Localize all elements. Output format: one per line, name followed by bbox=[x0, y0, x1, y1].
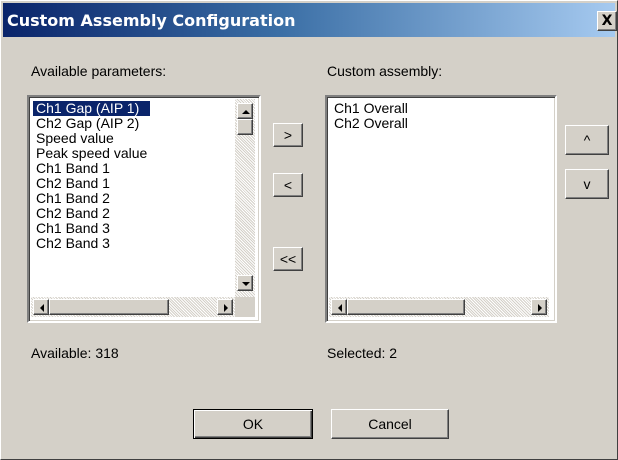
list-item[interactable]: Peak speed value bbox=[33, 146, 150, 161]
custom-assembly-label: Custom assembly: bbox=[327, 63, 443, 79]
list-item[interactable]: Ch1 Overall bbox=[331, 101, 411, 116]
scroll-left-button[interactable] bbox=[331, 299, 347, 315]
list-item[interactable]: Ch2 Band 2 bbox=[33, 206, 150, 221]
remove-button[interactable]: < bbox=[273, 173, 303, 197]
custom-items: Ch1 Overall Ch2 Overall bbox=[331, 101, 411, 131]
available-items: Ch1 Gap (AIP 1) Ch2 Gap (AIP 2) Speed valu… bbox=[33, 101, 151, 251]
remove-button-label: < bbox=[283, 177, 293, 193]
arrow-right-icon bbox=[224, 304, 228, 312]
close-button[interactable]: X bbox=[597, 11, 617, 31]
list-item[interactable]: Ch2 Band 1 bbox=[33, 176, 150, 191]
available-horizontal-scrollbar[interactable] bbox=[31, 297, 235, 317]
ok-button-label: OK bbox=[242, 416, 264, 432]
custom-horizontal-scrollbar[interactable] bbox=[329, 297, 549, 317]
arrow-left-icon bbox=[40, 304, 44, 312]
available-count: Available: 318 bbox=[31, 345, 119, 361]
move-down-label: v bbox=[583, 176, 591, 192]
horizontal-scroll-thumb[interactable] bbox=[347, 299, 465, 315]
move-up-button[interactable]: ^ bbox=[565, 125, 609, 155]
cancel-button-label: Cancel bbox=[368, 416, 412, 432]
scroll-right-button[interactable] bbox=[531, 299, 547, 315]
list-item[interactable]: Speed value bbox=[33, 131, 150, 146]
ok-button[interactable]: OK bbox=[193, 409, 313, 439]
available-vertical-scrollbar[interactable] bbox=[235, 99, 255, 297]
arrow-left-icon bbox=[338, 304, 342, 312]
list-item[interactable]: Ch1 Band 3 bbox=[33, 221, 150, 236]
dialog-title: Custom Assembly Configuration bbox=[7, 11, 296, 30]
list-item[interactable]: Ch1 Gap (AIP 1) bbox=[33, 101, 151, 116]
cancel-button[interactable]: Cancel bbox=[331, 409, 449, 439]
custom-assembly-dialog: Custom Assembly Configuration X Availabl… bbox=[0, 0, 618, 460]
list-item[interactable]: Ch2 Band 3 bbox=[33, 236, 150, 251]
arrow-up-icon bbox=[242, 110, 250, 114]
horizontal-scroll-thumb[interactable] bbox=[49, 299, 169, 315]
remove-all-button-label: << bbox=[279, 251, 297, 267]
list-item[interactable]: Ch1 Band 2 bbox=[33, 191, 150, 206]
list-item[interactable]: Ch2 Gap (AIP 2) bbox=[33, 116, 150, 131]
scroll-left-button[interactable] bbox=[33, 299, 49, 315]
arrow-right-icon bbox=[538, 304, 542, 312]
vertical-scroll-thumb[interactable] bbox=[237, 119, 253, 135]
title-bar[interactable]: Custom Assembly Configuration X bbox=[3, 3, 617, 37]
close-icon: X bbox=[601, 13, 613, 29]
move-up-label: ^ bbox=[583, 132, 591, 148]
remove-all-button[interactable]: << bbox=[273, 247, 303, 271]
custom-assembly-list[interactable]: Ch1 Overall Ch2 Overall bbox=[325, 95, 557, 323]
selected-count: Selected: 2 bbox=[327, 345, 398, 361]
scroll-right-button[interactable] bbox=[217, 299, 233, 315]
add-button-label: > bbox=[283, 127, 293, 143]
move-down-button[interactable]: v bbox=[565, 169, 609, 199]
list-item[interactable]: Ch2 Overall bbox=[331, 116, 411, 131]
available-parameters-label: Available parameters: bbox=[31, 63, 167, 79]
scrollbar-corner bbox=[235, 297, 255, 317]
scroll-down-button[interactable] bbox=[237, 275, 253, 291]
available-parameters-list[interactable]: Ch1 Gap (AIP 1) Ch2 Gap (AIP 2) Speed valu… bbox=[27, 95, 261, 323]
scroll-up-button[interactable] bbox=[237, 103, 253, 119]
list-item[interactable]: Ch1 Band 1 bbox=[33, 161, 150, 176]
arrow-down-icon bbox=[242, 282, 250, 286]
add-button[interactable]: > bbox=[273, 123, 303, 147]
